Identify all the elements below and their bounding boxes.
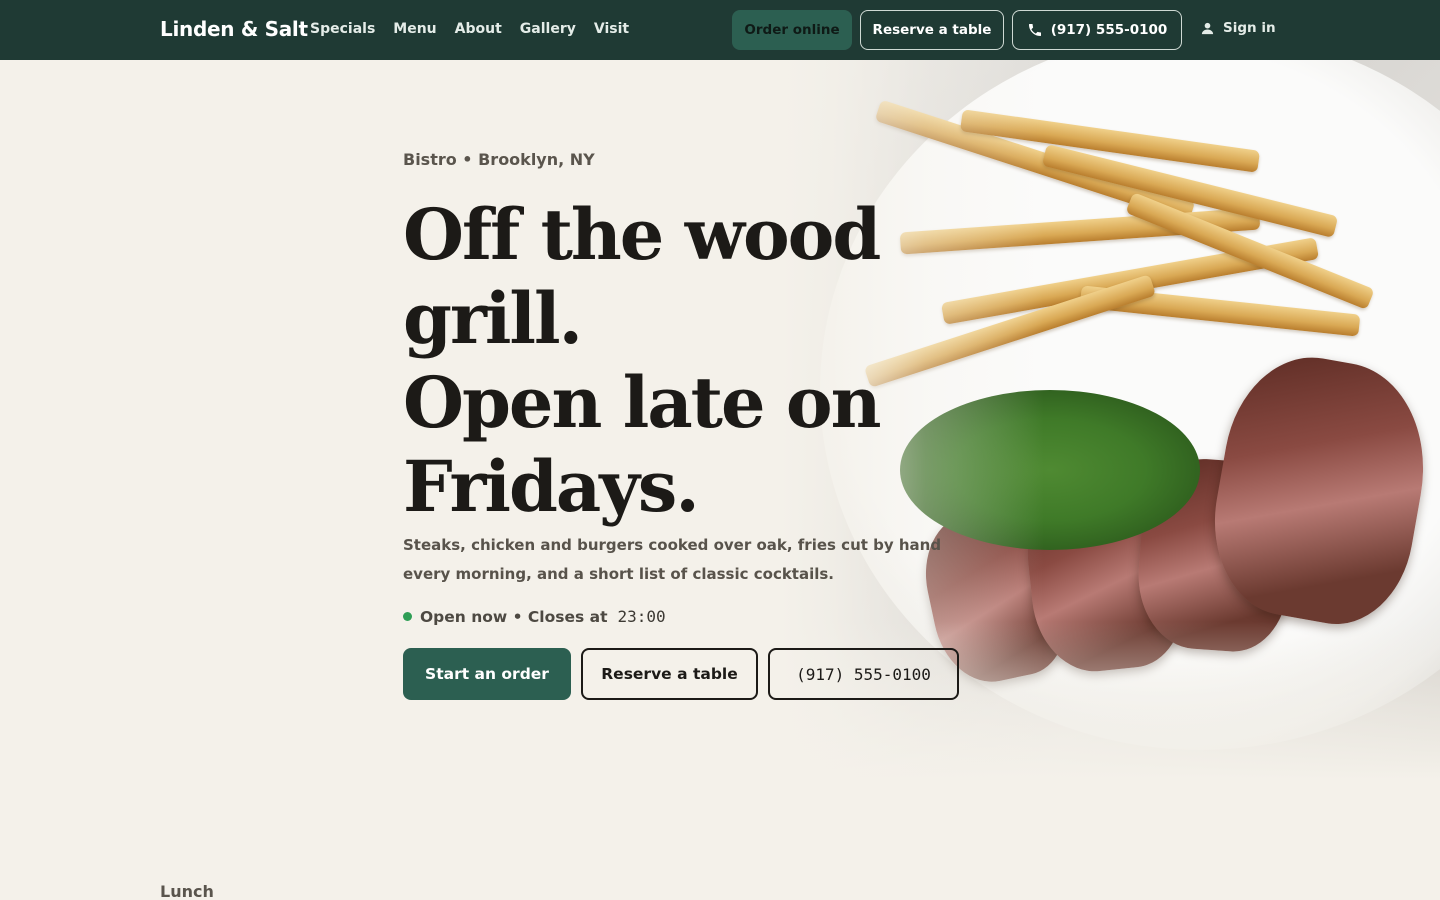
hero: Bistro • Brooklyn, NY Off the wood grill… [403,150,1003,700]
brand-logo[interactable]: Linden & Salt [160,17,308,41]
status-dot-icon [403,612,412,621]
call-button[interactable]: (917) 555-0100 [768,648,959,700]
nav-link-menu[interactable]: Menu [393,21,436,37]
closing-time: 23:00 [617,607,666,626]
order-online-button[interactable]: Order online [732,10,852,50]
reserve-table-button[interactable]: Reserve a table [581,648,758,700]
hero-actions: Start an order Reserve a table (917) 555… [403,648,1003,700]
hero-description: Steaks, chicken and burgers cooked over … [403,536,942,583]
nav-actions: Order online Reserve a table (917) 555-0… [732,10,1182,50]
headline-line-4: Fridays. [403,445,700,528]
hero-headline: Off the wood grill. Open late on Fridays… [403,193,1003,529]
nav-link-visit[interactable]: Visit [594,21,629,37]
headline-line-2: grill. [403,277,583,360]
phone-icon [1027,22,1043,38]
call-nav-label: (917) 555-0100 [1050,22,1168,38]
nav-link-specials[interactable]: Specials [310,21,375,37]
sign-in-link[interactable]: Sign in [1200,20,1276,36]
headline-line-1: Off the wood [403,193,881,276]
open-status: Open now • Closes at 23:00 [403,607,1003,626]
main-nav: Specials Menu About Gallery Visit [310,21,629,37]
start-order-button[interactable]: Start an order [403,648,571,700]
nav-link-gallery[interactable]: Gallery [520,21,576,37]
lunch-section-label: Lunch [160,882,214,900]
top-nav: Linden & Salt Specials Menu About Galler… [0,0,1440,60]
call-nav-button[interactable]: (917) 555-0100 [1012,10,1182,50]
hero-eyebrow: Bistro • Brooklyn, NY [403,150,595,169]
open-status-text: Open now • Closes at [420,607,608,626]
headline-line-3: Open late on [403,361,882,444]
sign-in-label: Sign in [1223,20,1276,36]
reserve-table-nav-button[interactable]: Reserve a table [860,10,1004,50]
user-icon [1200,21,1215,36]
nav-link-about[interactable]: About [455,21,502,37]
